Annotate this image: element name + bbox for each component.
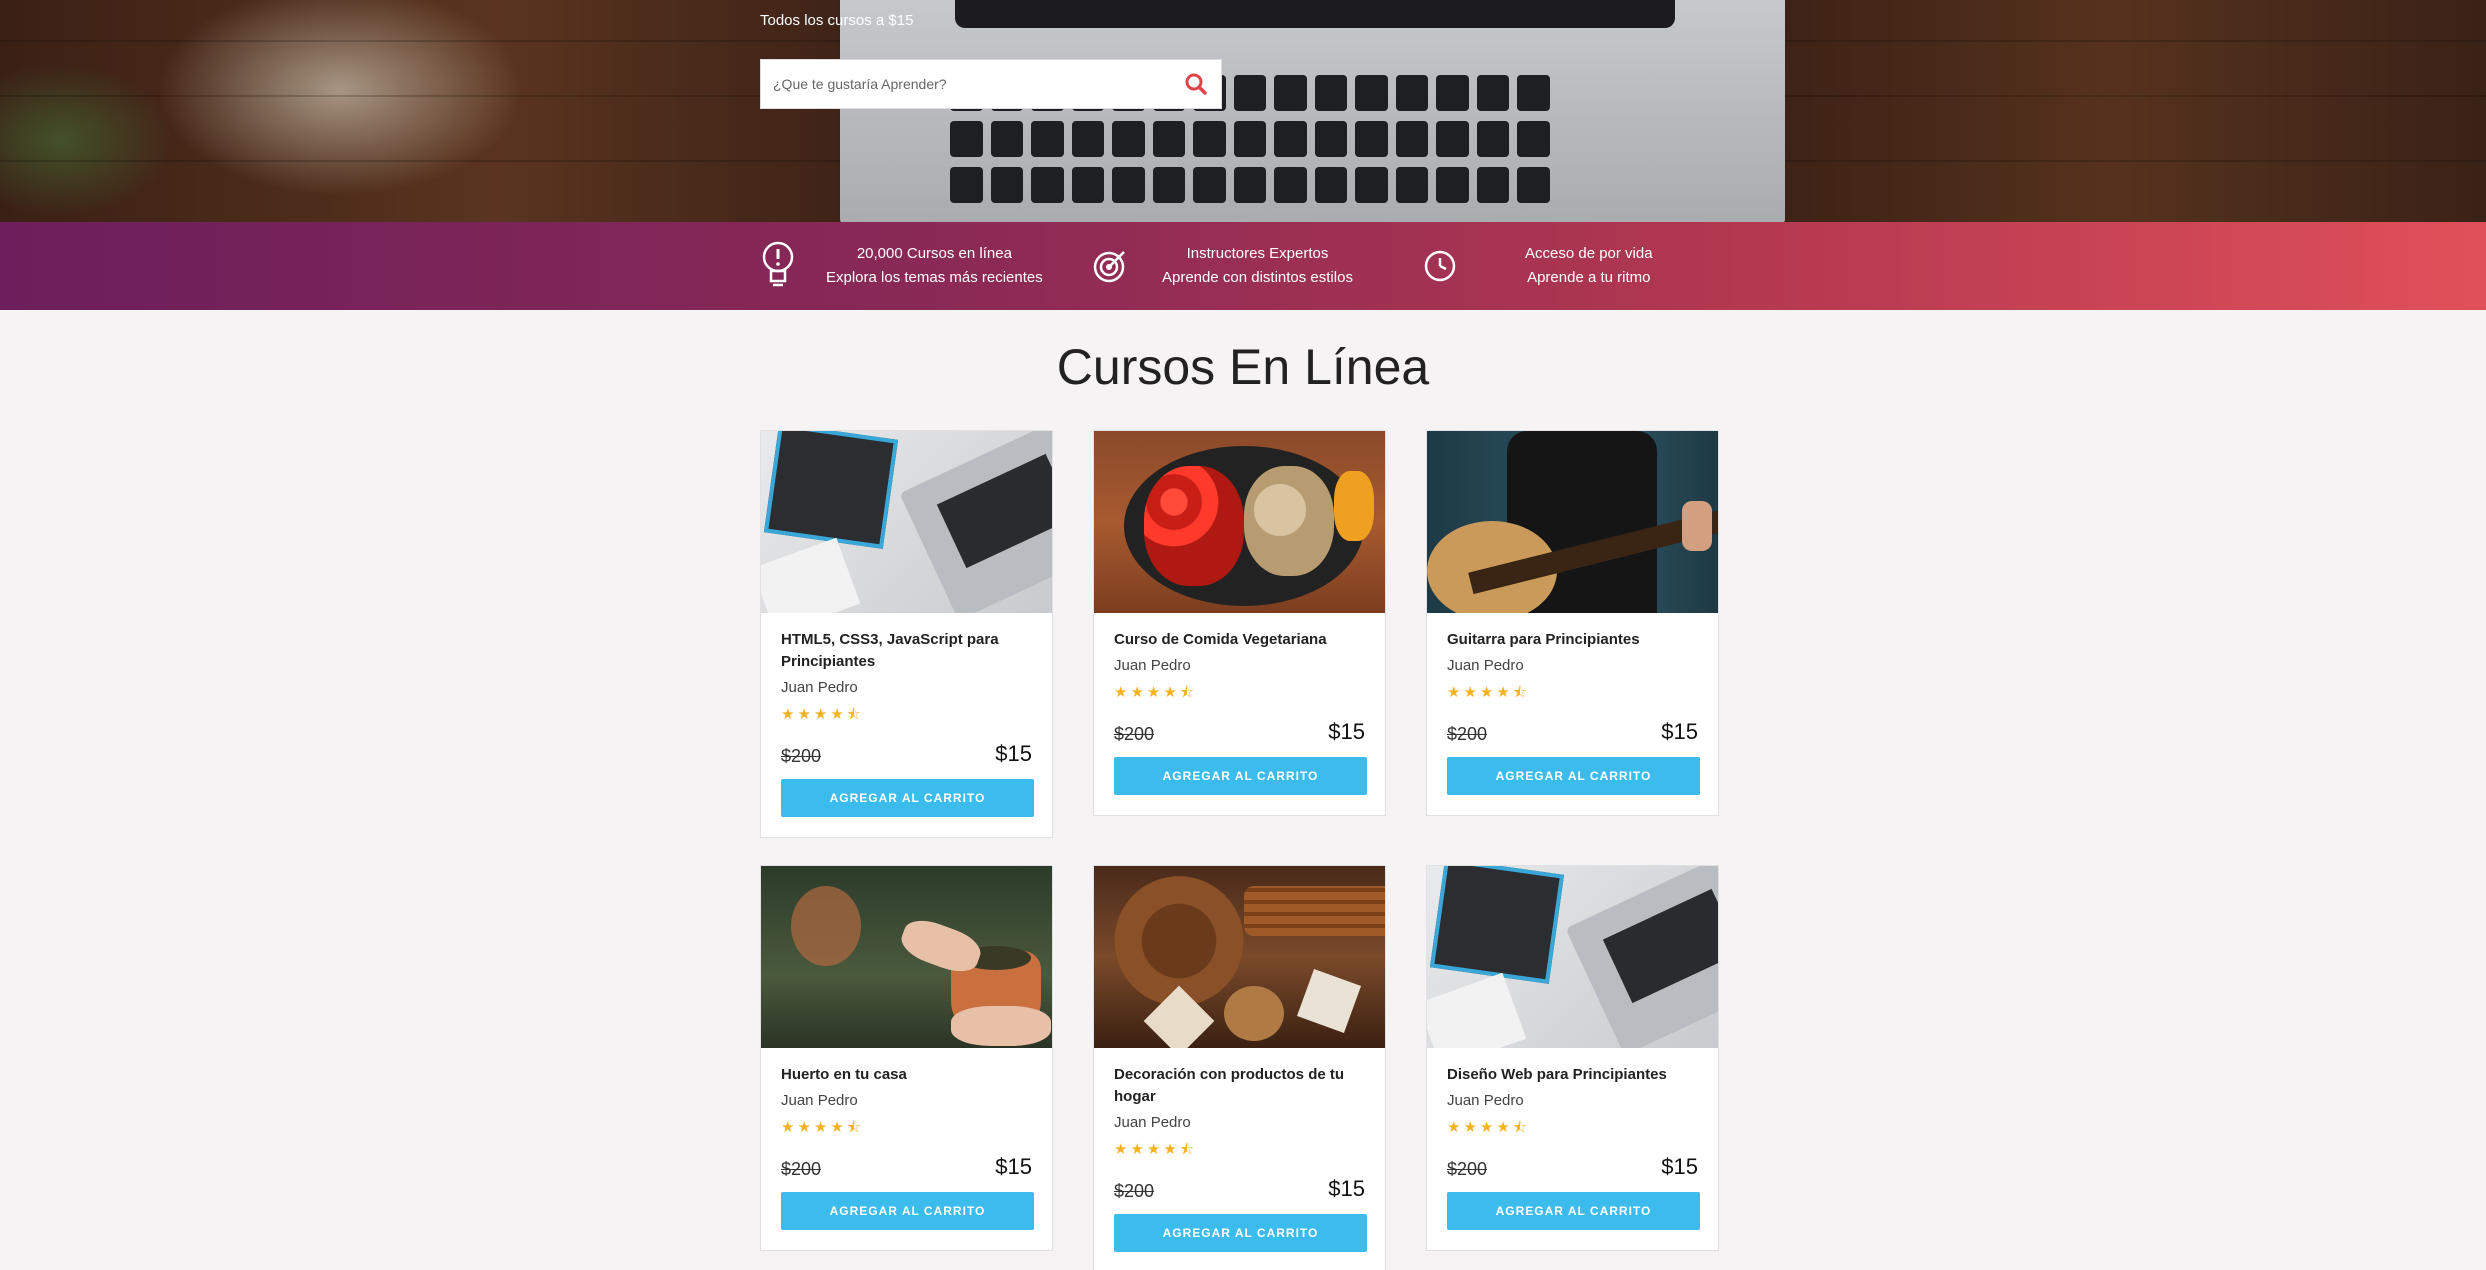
search-button[interactable] xyxy=(1171,60,1221,108)
target-icon xyxy=(1090,240,1130,292)
lightbulb-icon xyxy=(758,240,798,292)
search-icon xyxy=(1185,73,1207,95)
laptop-notebook-image xyxy=(1427,866,1718,1048)
pinecone-cinnamon-image xyxy=(1094,866,1385,1048)
current-price: $15 xyxy=(1328,719,1365,744)
course-author: Juan Pedro xyxy=(1114,1114,1191,1131)
rating-stars: ★★★★⯪ xyxy=(1114,1141,1197,1158)
course-title[interactable]: Curso de Comida Vegetariana xyxy=(1114,629,1365,651)
plant-pot-image xyxy=(761,866,1052,1048)
features-bar: 20,000 Cursos en línea Explora los temas… xyxy=(0,222,2486,310)
feature-courses-title: 20,000 Cursos en línea xyxy=(856,245,1012,262)
feature-access-title: Acceso de por vida xyxy=(1525,245,1653,262)
old-price: $200 xyxy=(1447,1159,1488,1179)
course-card: Decoración con productos de tu hogar Jua… xyxy=(1093,865,1386,1270)
old-price: $200 xyxy=(781,1159,822,1179)
course-card: Diseño Web para Principiantes Juan Pedro… xyxy=(1426,865,1719,1251)
course-author: Juan Pedro xyxy=(1447,1092,1524,1109)
clock-icon xyxy=(1420,240,1460,292)
feature-instructors-title: Instructores Expertos xyxy=(1186,245,1329,262)
current-price: $15 xyxy=(1661,1154,1698,1179)
current-price: $15 xyxy=(1328,1176,1365,1201)
add-to-cart-button[interactable]: AGREGAR AL CARRITO xyxy=(1447,1192,1700,1230)
course-card: Huerto en tu casa Juan Pedro ★★★★⯪ $200 … xyxy=(760,865,1053,1251)
section-title: Cursos En Línea xyxy=(1056,339,1430,395)
add-to-cart-button[interactable]: AGREGAR AL CARRITO xyxy=(1114,1214,1367,1252)
course-author: Juan Pedro xyxy=(1114,657,1191,674)
feature-instructors-subtitle: Aprende con distintos estilos xyxy=(1162,269,1353,286)
old-price: $200 xyxy=(1114,1181,1155,1201)
add-to-cart-button[interactable]: AGREGAR AL CARRITO xyxy=(1114,757,1367,795)
old-price: $200 xyxy=(1447,724,1488,744)
vegetables-pan-image xyxy=(1094,431,1385,613)
search-input[interactable] xyxy=(761,60,1171,108)
course-author: Juan Pedro xyxy=(781,1092,858,1109)
add-to-cart-button[interactable]: AGREGAR AL CARRITO xyxy=(781,779,1034,817)
search-box xyxy=(760,59,1222,109)
rating-stars: ★★★★⯪ xyxy=(1447,1119,1530,1136)
hero-banner: Todos los cursos a $15 xyxy=(0,0,2486,222)
current-price: $15 xyxy=(995,1154,1032,1179)
course-title[interactable]: Decoración con productos de tu hogar xyxy=(1114,1064,1365,1108)
course-card: HTML5, CSS3, JavaScript para Principiant… xyxy=(760,430,1053,838)
rating-stars: ★★★★⯪ xyxy=(781,1119,864,1136)
rating-stars: ★★★★⯪ xyxy=(1114,684,1197,701)
current-price: $15 xyxy=(1661,719,1698,744)
old-price: $200 xyxy=(1114,724,1155,744)
course-author: Juan Pedro xyxy=(1447,657,1524,674)
feature-instructors: Instructores Expertos Aprende con distin… xyxy=(1090,222,1353,310)
promo-text: Todos los cursos a $15 xyxy=(760,12,914,29)
course-author: Juan Pedro xyxy=(781,679,858,696)
course-title[interactable]: Huerto en tu casa xyxy=(781,1064,1032,1086)
rating-stars: ★★★★⯪ xyxy=(1447,684,1530,701)
course-card: Curso de Comida Vegetariana Juan Pedro ★… xyxy=(1093,430,1386,816)
feature-courses-subtitle: Explora los temas más recientes xyxy=(826,269,1043,286)
feature-courses: 20,000 Cursos en línea Explora los temas… xyxy=(758,222,1043,310)
course-title[interactable]: Diseño Web para Principiantes xyxy=(1447,1064,1698,1086)
feature-access: Acceso de por vida Aprende a tu ritmo xyxy=(1420,222,1653,310)
laptop-notebook-image xyxy=(761,431,1052,613)
course-title[interactable]: Guitarra para Principiantes xyxy=(1447,629,1698,651)
feature-access-subtitle: Aprende a tu ritmo xyxy=(1527,269,1651,286)
course-title[interactable]: HTML5, CSS3, JavaScript para Principiant… xyxy=(781,629,1032,673)
rating-stars: ★★★★⯪ xyxy=(781,706,864,723)
add-to-cart-button[interactable]: AGREGAR AL CARRITO xyxy=(1447,757,1700,795)
add-to-cart-button[interactable]: AGREGAR AL CARRITO xyxy=(781,1192,1034,1230)
current-price: $15 xyxy=(995,741,1032,766)
course-card: Guitarra para Principiantes Juan Pedro ★… xyxy=(1426,430,1719,816)
guitar-player-image xyxy=(1427,431,1718,613)
old-price: $200 xyxy=(781,746,822,766)
hero-laptop-image xyxy=(840,0,1785,222)
